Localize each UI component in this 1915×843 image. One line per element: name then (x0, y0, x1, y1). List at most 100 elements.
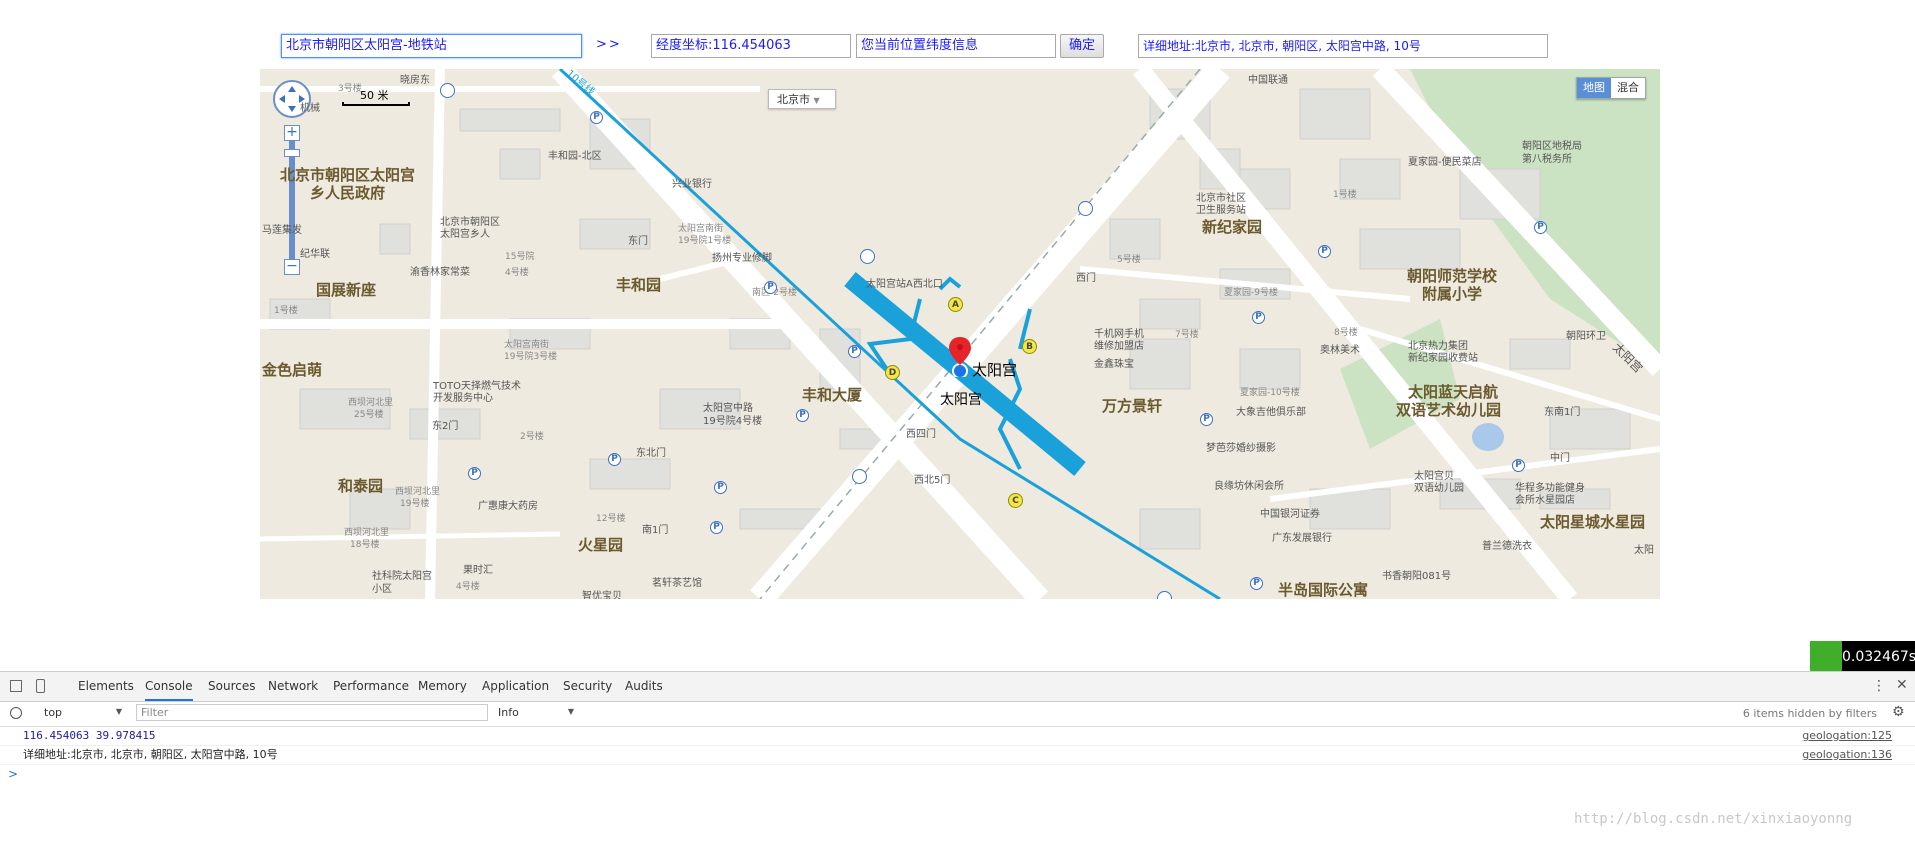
poi-label: 太阳宫站A西北口 (866, 279, 943, 290)
tab-performance[interactable]: Performance (333, 672, 409, 701)
console-log-text: 116.454063 39.978415 (23, 729, 156, 742)
poi-label: 奥林美术 (1320, 345, 1360, 356)
level-select[interactable]: Info ▼ (498, 706, 574, 721)
poi-label: 纪华联 (300, 249, 330, 260)
poi-label: 19号楼 (400, 499, 430, 509)
latitude-input[interactable]: 您当前位置纬度信息 (856, 34, 1056, 58)
poi-label: 太阳 (1634, 545, 1654, 556)
console-source-link[interactable]: geologation:136 (1802, 746, 1892, 764)
gear-icon[interactable]: ⚙ (1892, 704, 1905, 720)
device-toggle-icon[interactable] (36, 679, 45, 693)
zoom-slider[interactable] (289, 141, 295, 259)
maptype-hybrid[interactable]: 混合 (1611, 78, 1645, 98)
parking-icon[interactable]: P (468, 467, 481, 480)
context-select[interactable]: top ▼ (44, 706, 122, 721)
scale-label: 50 米 (360, 89, 389, 102)
station-label: 太阳宫 (972, 361, 1018, 379)
parking-icon[interactable]: P (764, 281, 777, 294)
chevron-down-icon: ▼ (567, 707, 574, 716)
zoom-slider-handle[interactable] (284, 149, 300, 157)
console-prompt[interactable]: > (8, 767, 18, 781)
bus-stop-icon[interactable] (860, 249, 875, 264)
poi-label: 东南1门 (1544, 407, 1581, 418)
parking-icon[interactable]: P (714, 481, 727, 494)
poi-label: 丰和园-北区 (548, 151, 602, 162)
zoom-out-button[interactable]: − (284, 259, 300, 275)
parking-icon[interactable]: P (796, 409, 809, 422)
search-input[interactable]: 北京市朝阳区太阳宫-地铁站 (281, 34, 582, 58)
tab-memory[interactable]: Memory (418, 672, 467, 701)
poi-label: 夏家园-10号楼 (1240, 388, 1300, 398)
area-label: 附属小学 (1422, 285, 1483, 303)
location-toolbar: 北京市朝阳区太阳宫-地铁站 >> 经度坐标:116.454063 您当前位置纬度… (0, 34, 1915, 60)
bus-stop-icon[interactable] (1157, 591, 1172, 599)
area-label: 火星园 (578, 536, 624, 554)
close-icon[interactable]: ✕ (1896, 677, 1908, 693)
console-log-line: 116.454063 39.978415 geologation:125 (0, 727, 1915, 746)
poi-label: 会所水星园店 (1515, 495, 1575, 506)
area-label: 金色启萌 (262, 361, 323, 379)
console-source-link[interactable]: geologation:125 (1802, 727, 1892, 745)
more-options-icon[interactable]: ⋮ (1872, 678, 1886, 694)
parking-icon[interactable]: P (590, 111, 603, 124)
parking-icon[interactable]: P (1534, 221, 1547, 234)
area-label: 万方景轩 (1102, 397, 1163, 415)
poi-label: 开发服务中心 (433, 393, 493, 404)
poi-label: 夏家园-9号楼 (1224, 288, 1278, 298)
console-toolbar: top ▼ Filter Info ▼ 6 items hidden by fi… (0, 701, 1915, 727)
poi-label: 19号院4号楼 (703, 416, 763, 427)
tab-security[interactable]: Security (563, 672, 612, 701)
console-log-text: 详细地址:北京市, 北京市, 朝阳区, 太阳宫中路, 10号 (23, 748, 278, 761)
map-base-layer (260, 69, 1660, 599)
pond (1472, 423, 1504, 451)
parking-icon[interactable]: P (1512, 459, 1525, 472)
poi-label: 1号楼 (274, 306, 298, 316)
tab-sources[interactable]: Sources (208, 672, 255, 701)
roads (260, 69, 1660, 599)
parking-icon[interactable]: P (848, 345, 861, 358)
subway-exit-c[interactable]: C (1008, 493, 1023, 508)
poi-label: 1号楼 (1333, 190, 1357, 200)
poi-label: 智优宝贝 (582, 591, 622, 599)
poi-label: 新纪家园收费站 (1408, 353, 1478, 364)
parking-icon[interactable]: P (1250, 577, 1263, 590)
poi-label: 2号楼 (520, 432, 544, 442)
poi-label: 扬州专业修脚 (712, 253, 772, 264)
tab-elements[interactable]: Elements (78, 672, 134, 701)
baidu-map[interactable]: + − 50 米 北京市 ▼ 地图 混合 10号线 北京市朝阳区太阳宫 乡人民政… (260, 69, 1660, 599)
bus-stop-icon[interactable] (440, 83, 455, 98)
zoom-in-button[interactable]: + (284, 125, 300, 141)
poi-label: 4号楼 (456, 582, 480, 592)
filter-input[interactable]: Filter (136, 704, 488, 721)
parking-icon[interactable]: P (710, 521, 723, 534)
poi-label: 中国联通 (1248, 75, 1288, 86)
parking-icon[interactable]: P (1252, 311, 1265, 324)
devtools-tabbar: Elements Console Sources Network Perform… (0, 672, 1915, 702)
bus-stop-icon[interactable] (1078, 201, 1093, 216)
subway-exit-a[interactable]: A (948, 297, 963, 312)
tab-network[interactable]: Network (268, 672, 318, 701)
map-type-switch[interactable]: 地图 混合 (1576, 77, 1646, 99)
address-input[interactable]: 详细地址:北京市, 北京市, 朝阳区, 太阳宫中路, 10号 (1138, 34, 1548, 58)
parking-icon[interactable]: P (1318, 245, 1331, 258)
subway-exit-d[interactable]: D (885, 365, 900, 380)
poi-label: 18号楼 (350, 540, 380, 550)
tab-audits[interactable]: Audits (625, 672, 663, 701)
search-arrow-button[interactable]: >> (596, 37, 622, 52)
confirm-button[interactable]: 确定 (1060, 34, 1104, 58)
inspect-element-icon[interactable] (10, 680, 22, 692)
parking-icon[interactable]: P (1200, 413, 1213, 426)
longitude-input[interactable]: 经度坐标:116.454063 (651, 34, 851, 58)
location-pin-icon[interactable] (948, 337, 972, 377)
maptype-map[interactable]: 地图 (1577, 78, 1611, 98)
subway-exit-b[interactable]: B (1022, 339, 1037, 354)
poi-label: 朝阳环卫 (1566, 331, 1606, 342)
area-label: 丰和大厦 (802, 386, 863, 404)
tab-console[interactable]: Console (145, 672, 193, 701)
poi-label: 夏家园-便民菜店 (1408, 157, 1482, 168)
bus-stop-icon[interactable] (852, 469, 867, 484)
clear-console-icon[interactable] (10, 707, 22, 719)
parking-icon[interactable]: P (608, 453, 621, 466)
tab-application[interactable]: Application (482, 672, 549, 701)
city-selector[interactable]: 北京市 ▼ (768, 89, 836, 109)
